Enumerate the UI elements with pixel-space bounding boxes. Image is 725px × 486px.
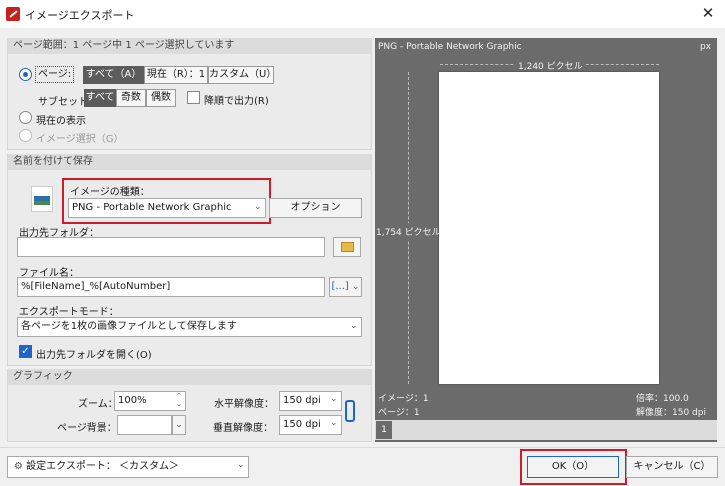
reverse-label: 降順で出力(R) xyxy=(204,96,269,107)
file-name-field[interactable]: %[FileName]_%[AutoNumber] xyxy=(17,277,325,297)
current-view-label: 現在の表示 xyxy=(36,116,86,127)
resolution-readout: 解像度：150 dpi xyxy=(636,408,706,418)
subset-all-button[interactable]: すべて xyxy=(84,89,116,107)
footer-divider xyxy=(0,447,725,448)
cancel-button[interactable]: キャンセル（C） xyxy=(626,456,718,478)
save-as-header: 名前を付けて保存 xyxy=(8,154,371,170)
scale-readout: 倍率：100.0 xyxy=(636,394,689,404)
scope-custom-button[interactable]: カスタム（U） xyxy=(208,66,276,84)
page-bg-color[interactable] xyxy=(117,415,172,435)
window-title: イメージエクスポート xyxy=(25,9,135,22)
image-count: イメージ：1 xyxy=(378,394,429,404)
width-label: 1,240 ピクセル xyxy=(515,59,586,72)
chevron-down-icon: ⌄ xyxy=(351,282,360,292)
reverse-checkbox[interactable] xyxy=(187,91,200,104)
app-icon xyxy=(6,7,20,21)
open-folder-label: 出力先フォルダを開く(O) xyxy=(36,350,152,361)
selection-label: イメージ選択（G） xyxy=(36,134,124,145)
browse-folder-button[interactable] xyxy=(333,237,361,257)
page-range-header: ページ範囲：1 ページ中 1 ページ選択しています xyxy=(8,38,371,54)
subset-odd-button[interactable]: 奇数 xyxy=(116,89,146,107)
preview-page xyxy=(439,72,659,384)
preview-format: PNG - Portable Network Graphic xyxy=(378,42,522,52)
close-icon[interactable]: ✕ xyxy=(696,2,720,24)
h-res-label: 水平解像度： xyxy=(214,399,274,410)
macro-label: [...] xyxy=(331,281,349,292)
ok-highlight xyxy=(520,449,627,485)
options-button[interactable]: オプション xyxy=(269,198,362,218)
height-label: 1,754 ピクセル xyxy=(376,223,441,240)
output-folder-field[interactable] xyxy=(17,237,325,257)
pages-radio-label[interactable]: ページ: xyxy=(35,66,75,83)
graphics-header: グラフィック xyxy=(8,369,371,385)
export-mode-label: エクスポートモード： xyxy=(19,307,119,318)
gear-icon: ⚙ xyxy=(14,461,23,472)
chevron-down-icon: ⌄ xyxy=(175,420,183,430)
selection-radio[interactable] xyxy=(19,129,32,142)
preset-label: 設定エクスポート： xyxy=(26,461,116,472)
page-thumbnail[interactable]: 1 xyxy=(376,421,392,439)
export-mode-select[interactable]: 各ページを1枚の画像ファイルとして保存します xyxy=(17,317,362,337)
folder-icon xyxy=(340,242,354,252)
scope-all-button[interactable]: すべて（A） xyxy=(83,66,144,84)
page-count: ページ：1 xyxy=(378,408,420,418)
chevron-down-icon: ⌄ xyxy=(330,418,338,428)
chevron-down-icon: ⌄ xyxy=(237,460,245,470)
zoom-label: ズーム： xyxy=(78,399,118,410)
link-icon[interactable] xyxy=(345,400,355,422)
macro-button[interactable]: [...] ⌄ xyxy=(329,277,362,297)
page-strip xyxy=(375,420,717,440)
spin-icon[interactable]: ⌃ ⌄ xyxy=(176,392,182,408)
open-folder-checkbox[interactable]: ✓ xyxy=(19,345,32,358)
image-type-highlight xyxy=(62,178,271,224)
pages-radio[interactable] xyxy=(19,68,32,81)
preset-select[interactable]: ⚙ 設定エクスポート： ＜カスタム＞ xyxy=(7,456,249,478)
preview-unit: px xyxy=(700,42,712,52)
preset-value: ＜カスタム＞ xyxy=(119,461,180,472)
chevron-down-icon: ⌄ xyxy=(330,394,338,404)
page-bg-dropdown[interactable]: ⌄ xyxy=(172,415,186,435)
page-bg-label: ページ背景： xyxy=(57,423,117,434)
chevron-down-icon: ⌄ xyxy=(350,321,358,331)
scope-current-button[interactable]: 現在（R）：1 xyxy=(144,66,208,84)
image-file-icon xyxy=(31,186,53,212)
current-view-radio[interactable] xyxy=(19,111,32,124)
subset-even-button[interactable]: 偶数 xyxy=(146,89,176,107)
v-res-label: 垂直解像度： xyxy=(213,423,273,434)
